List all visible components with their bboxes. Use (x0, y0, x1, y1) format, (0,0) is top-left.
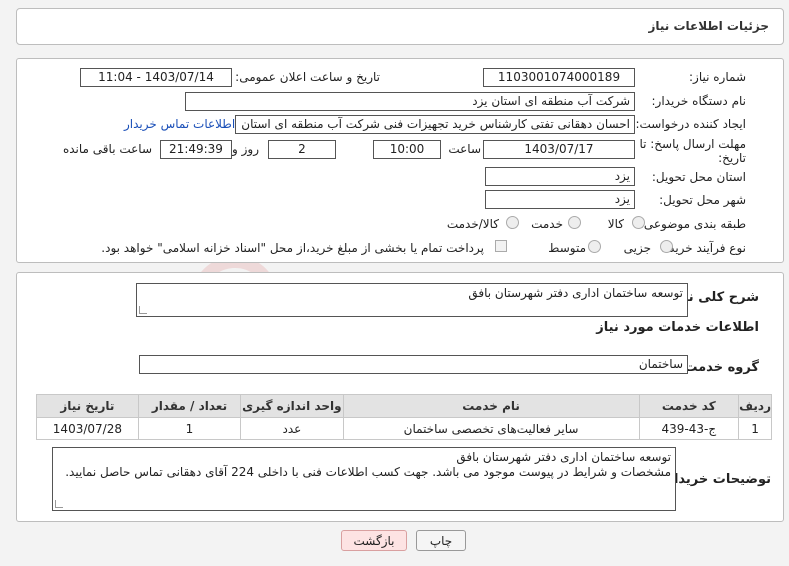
resize-grip-icon[interactable] (55, 500, 63, 508)
cell-need-date: 1403/07/28 (36, 417, 139, 440)
buyer-org-field: شرکت آب منطقه ای استان یزد (185, 92, 635, 111)
treasury-payment-checkbox[interactable] (495, 240, 507, 252)
deadline-label: مهلت ارسال پاسخ: تا (639, 137, 746, 151)
process-option-minor: جزیی (623, 241, 651, 255)
page-title: جزئیات اطلاعات نیاز (648, 19, 769, 33)
deadline-time-label: ساعت (448, 142, 481, 156)
remaining-label: ساعت باقی مانده (62, 142, 152, 156)
col-unit: واحد اندازه گیری (240, 394, 344, 418)
announce-date-field: 1403/07/14 - 11:04 (80, 68, 232, 87)
deadline-date-field: 1403/07/17 (483, 140, 635, 159)
buyer-notes-line-2: مشخصات و شرایط در پیوست موجود می باشد. ج… (65, 465, 671, 479)
cell-quantity: 1 (137, 417, 242, 440)
services-table: ردیف کد خدمت نام خدمت واحد اندازه گیری ت… (36, 394, 772, 440)
remaining-time-field: 21:49:39 (160, 140, 232, 159)
category-label: طبقه بندی موضوعی: (639, 217, 746, 231)
resize-grip-icon[interactable] (139, 306, 147, 314)
province-label: استان محل تحویل: (651, 170, 746, 184)
process-radio-minor[interactable] (660, 240, 673, 253)
cell-service-name: سایر فعالیت‌های تخصصی ساختمان (342, 417, 640, 440)
category-option-goods: کالا (607, 217, 624, 231)
col-quantity: تعداد / مقدار (137, 394, 242, 418)
process-option-medium: متوسط (548, 241, 586, 255)
services-table-header: ردیف کد خدمت نام خدمت واحد اندازه گیری ت… (36, 394, 772, 418)
city-label: شهر محل تحویل: (659, 193, 746, 207)
back-button[interactable]: بازگشت (341, 530, 407, 551)
city-field: یزد (485, 190, 635, 209)
need-number-field: 1103001074000189 (483, 68, 635, 87)
col-row: ردیف (738, 394, 772, 418)
creator-field: احسان دهقانی تفتی کارشناس خرید تجهیزات ف… (235, 115, 635, 134)
cell-service-code: ج-43-439 (638, 417, 740, 440)
services-section-title: اطلاعات خدمات مورد نیاز (596, 320, 759, 335)
creator-label: ایجاد کننده درخواست: (635, 117, 746, 131)
category-option-goods-service: کالا/خدمت (446, 217, 499, 231)
payment-note: پرداخت تمام یا بخشی از مبلغ خرید،از محل … (101, 241, 484, 255)
category-option-service: خدمت (531, 217, 563, 231)
deadline-label-date: تاریخ: (718, 151, 746, 165)
process-label: نوع فرآیند خرید : (661, 241, 746, 255)
buyer-contact-link[interactable]: اطلاعات تماس خریدار (124, 117, 235, 131)
category-radio-service[interactable] (568, 216, 581, 229)
service-group-label: گروه خدمت: (679, 360, 759, 375)
cell-row: 1 (738, 417, 772, 440)
col-service-code: کد خدمت (638, 394, 740, 418)
buyer-notes-label: توضیحات خریدار: (661, 472, 771, 487)
col-need-date: تاریخ نیاز (36, 394, 139, 418)
announce-date-label: تاریخ و ساعت اعلان عمومی: (235, 70, 380, 84)
days-field: 2 (268, 140, 336, 159)
summary-textarea: توسعه ساختمان اداری دفتر شهرستان بافق (136, 283, 688, 317)
col-service-name: نام خدمت (342, 394, 640, 418)
table-row: 1 ج-43-439 سایر فعالیت‌های تخصصی ساختمان… (36, 417, 772, 440)
page-header: جزئیات اطلاعات نیاز (16, 8, 784, 45)
province-field: یزد (485, 167, 635, 186)
service-group-field: ساختمان (139, 355, 688, 374)
summary-text: توسعه ساختمان اداری دفتر شهرستان بافق (468, 286, 683, 300)
process-radio-medium[interactable] (588, 240, 601, 253)
print-button[interactable]: چاپ (416, 530, 466, 551)
need-info-box (16, 58, 784, 263)
category-radio-goods-service[interactable] (506, 216, 519, 229)
cell-unit: عدد (240, 417, 344, 440)
buyer-org-label: نام دستگاه خریدار: (651, 94, 747, 108)
buyer-notes-textarea: توسعه ساختمان اداری دفتر شهرستان بافق مش… (52, 447, 676, 511)
category-radio-goods[interactable] (632, 216, 645, 229)
deadline-time-field: 10:00 (373, 140, 441, 159)
days-label: روز و (232, 142, 259, 156)
buyer-notes-line-1: توسعه ساختمان اداری دفتر شهرستان بافق (456, 450, 671, 464)
need-number-label: شماره نیاز: (689, 70, 746, 84)
